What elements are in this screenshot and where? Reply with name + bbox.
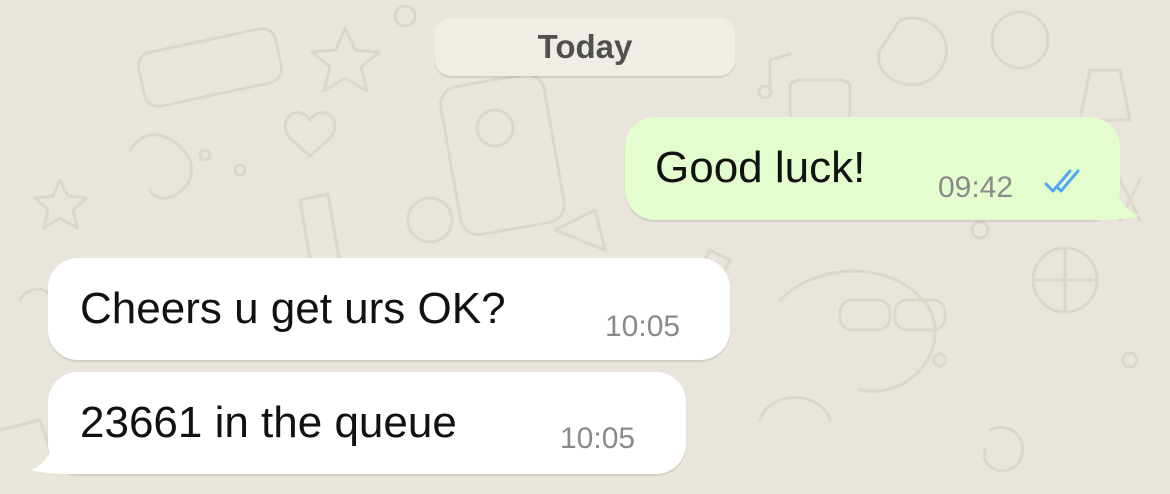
outgoing-bubble-tail xyxy=(1095,190,1139,220)
message-time: 09:42 xyxy=(938,171,1014,204)
incoming-message-bubble[interactable]: 23661 in the queue 10:05 xyxy=(48,372,686,474)
message-text: 23661 in the queue xyxy=(80,398,457,447)
message-time: 10:05 xyxy=(560,422,636,455)
message-text: Cheers u get urs OK? xyxy=(80,284,506,333)
incoming-message-bubble[interactable]: Cheers u get urs OK? 10:05 xyxy=(48,258,730,360)
incoming-bubble-tail xyxy=(31,444,75,474)
message-time: 10:05 xyxy=(605,310,681,343)
double-check-read-icon xyxy=(1044,169,1080,193)
outgoing-message-bubble[interactable]: Good luck! 09:42 xyxy=(625,117,1120,220)
date-separator-label: Today xyxy=(537,28,633,65)
message-text: Good luck! xyxy=(655,143,866,192)
date-separator: Today xyxy=(435,18,735,76)
